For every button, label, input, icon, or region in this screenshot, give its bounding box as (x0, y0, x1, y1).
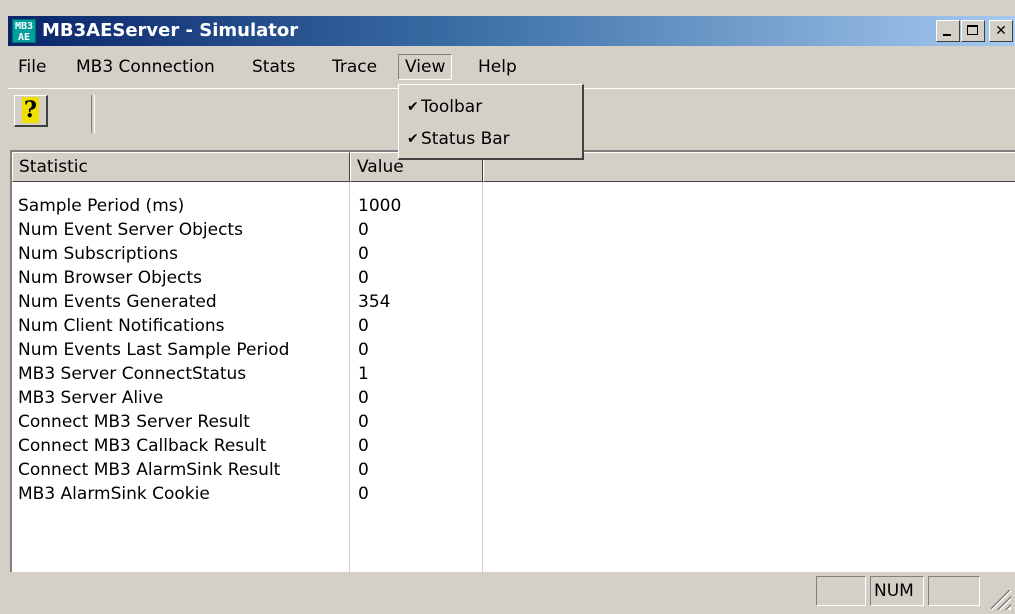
view-menu-dropdown: ✔ Toolbar ✔ Status Bar (398, 84, 584, 160)
window-title: MB3AEServer - Simulator (42, 20, 299, 41)
menu-trace[interactable]: Trace (326, 54, 383, 80)
status-caps-indicator (816, 576, 866, 606)
menu-file[interactable]: File (12, 54, 52, 80)
value-cell: 1 (358, 364, 369, 384)
table-row[interactable]: Num Browser Objects 0 (12, 266, 1015, 290)
menu-bar: File MB3 Connection Stats Trace View Hel… (8, 50, 1015, 84)
statistic-cell: Num Subscriptions (18, 244, 178, 264)
table-row[interactable]: Sample Period (ms) 1000 (12, 194, 1015, 218)
table-row[interactable]: Connect MB3 Callback Result 0 (12, 434, 1015, 458)
statistic-cell: Connect MB3 Server Result (18, 412, 250, 432)
checkmark-icon: ✔ (407, 99, 419, 115)
statistic-cell: Num Events Last Sample Period (18, 340, 290, 360)
table-row[interactable]: Connect MB3 Server Result 0 (12, 410, 1015, 434)
value-cell: 1000 (358, 196, 402, 216)
help-question-icon: ? (22, 97, 39, 123)
status-message (8, 576, 808, 606)
menu-item-status-bar[interactable]: ✔ Status Bar (399, 125, 582, 153)
statistic-cell: Connect MB3 Callback Result (18, 436, 267, 456)
statistic-cell: MB3 AlarmSink Cookie (18, 484, 210, 504)
column-header-statistic[interactable]: Statistic (12, 152, 350, 182)
checkmark-icon: ✔ (407, 131, 419, 147)
value-cell: 0 (358, 316, 369, 336)
table-row[interactable]: MB3 Server ConnectStatus 1 (12, 362, 1015, 386)
table-row[interactable]: Num Subscriptions 0 (12, 242, 1015, 266)
value-cell: 0 (358, 460, 369, 480)
menu-view[interactable]: View (398, 54, 453, 80)
minimize-button[interactable] (936, 20, 960, 42)
toolbar-separator (91, 95, 95, 133)
table-row[interactable]: Num Client Notifications 0 (12, 314, 1015, 338)
statistic-cell: Num Client Notifications (18, 316, 225, 336)
resize-grip-icon[interactable] (991, 590, 1011, 610)
statistics-list[interactable]: Statistic Value Sample Period (ms) 1000 Nu… (10, 150, 1015, 572)
value-cell: 0 (358, 244, 369, 264)
value-cell: 0 (358, 436, 369, 456)
menu-item-label: Toolbar (421, 97, 483, 117)
close-button[interactable]: ✕ (989, 20, 1013, 42)
value-cell: 354 (358, 292, 391, 312)
statistic-cell: Num Browser Objects (18, 268, 202, 288)
maximize-button[interactable] (961, 20, 985, 42)
status-scroll-indicator (928, 576, 980, 606)
menu-item-toolbar[interactable]: ✔ Toolbar (399, 93, 582, 121)
value-cell: 0 (358, 388, 369, 408)
value-cell: 0 (358, 220, 369, 240)
table-row[interactable]: Connect MB3 AlarmSink Result 0 (12, 458, 1015, 482)
statistic-cell: Num Event Server Objects (18, 220, 243, 240)
app-icon[interactable]: MB3 AE (12, 19, 36, 43)
value-cell: 0 (358, 484, 369, 504)
statistic-cell: Num Events Generated (18, 292, 217, 312)
title-bar[interactable]: MB3 AE MB3AEServer - Simulator ✕ (8, 16, 1015, 46)
value-cell: 0 (358, 412, 369, 432)
statistic-cell: Sample Period (ms) (18, 196, 185, 216)
help-button[interactable]: ? (14, 95, 48, 127)
menu-mb3-connection[interactable]: MB3 Connection (70, 54, 221, 80)
table-row[interactable]: Num Events Generated 354 (12, 290, 1015, 314)
statistic-cell: Connect MB3 AlarmSink Result (18, 460, 281, 480)
statistic-cell: MB3 Server ConnectStatus (18, 364, 247, 384)
value-cell: 0 (358, 268, 369, 288)
menu-item-label: Status Bar (421, 129, 510, 149)
menu-help[interactable]: Help (472, 54, 523, 80)
list-rows: Sample Period (ms) 1000 Num Event Server O… (12, 194, 1015, 506)
status-bar: NUM (8, 570, 1015, 614)
statistic-cell: MB3 Server Alive (18, 388, 164, 408)
table-row[interactable]: Num Event Server Objects 0 (12, 218, 1015, 242)
table-row[interactable]: MB3 AlarmSink Cookie 0 (12, 482, 1015, 506)
table-row[interactable]: MB3 Server Alive 0 (12, 386, 1015, 410)
status-num-indicator: NUM (870, 576, 924, 606)
menu-stats[interactable]: Stats (246, 54, 301, 80)
table-row[interactable]: Num Events Last Sample Period 0 (12, 338, 1015, 362)
value-cell: 0 (358, 340, 369, 360)
app-window: MB3 AE MB3AEServer - Simulator ✕ File MB3… (0, 0, 1015, 614)
